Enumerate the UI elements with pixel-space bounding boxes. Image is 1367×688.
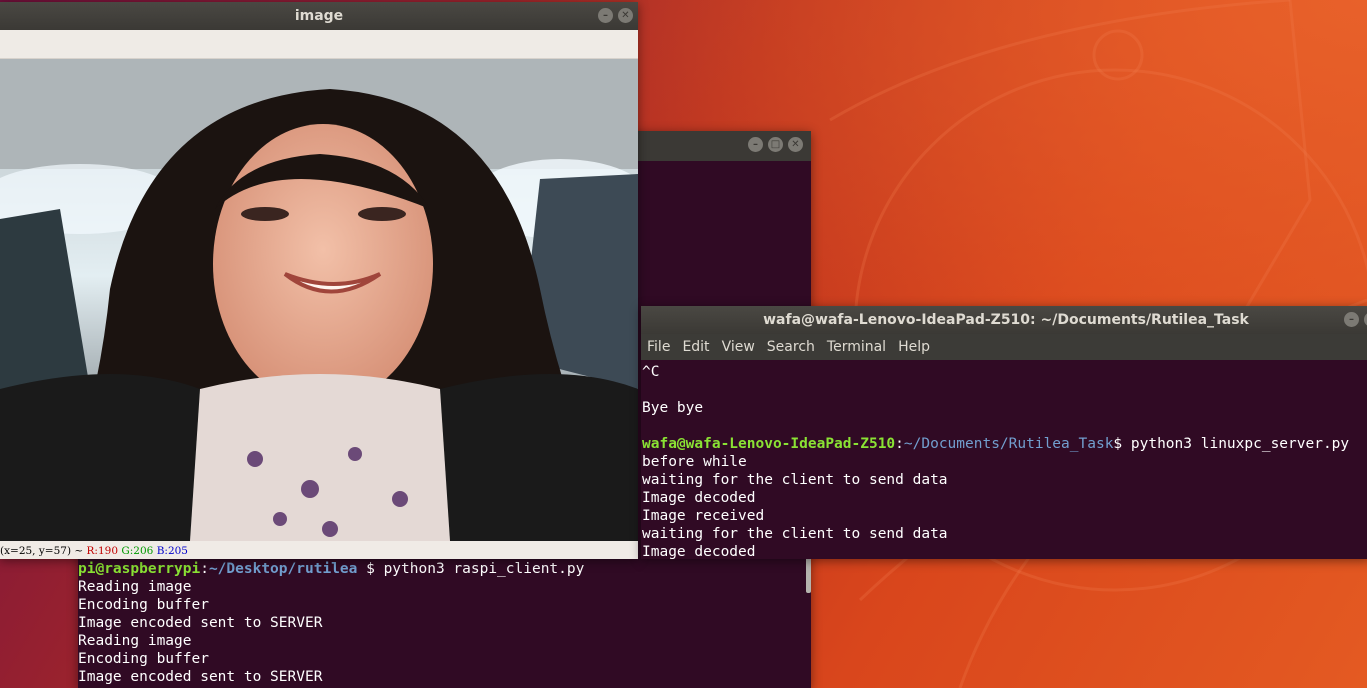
server-output-line: Image received: [642, 508, 765, 524]
pi-scrollbar[interactable]: [806, 556, 811, 593]
server-output-after: before while waiting for the client to se…: [642, 453, 1349, 559]
server-output-line: Bye bye: [642, 400, 704, 416]
status-b: B:205: [156, 545, 188, 557]
pi-output-line: Encoding buffer: [78, 651, 209, 667]
image-window[interactable]: image – ✕ (x=25, y=57) ~ R:190 G:206 B:2…: [0, 2, 638, 559]
menu-search[interactable]: Search: [761, 339, 821, 355]
pi-prompt-sep: :: [200, 561, 209, 577]
pi-output-line: Image encoded sent to SERVER: [78, 669, 323, 685]
server-terminal-titlebar[interactable]: wafa@wafa-Lenovo-IdeaPad-Z510: ~/Documen…: [641, 306, 1367, 334]
pi-prompt-path: ~/Desktop/rutilea: [208, 561, 358, 577]
pi-command: python3 raspi_client.py: [383, 561, 585, 577]
minimize-icon[interactable]: –: [748, 137, 763, 152]
close-icon[interactable]: ✕: [618, 8, 633, 23]
srv-prompt-user: wafa@wafa-Lenovo-IdeaPad-Z510: [642, 436, 896, 452]
menu-help[interactable]: Help: [892, 339, 936, 355]
pi-output-line: Reading image: [78, 633, 192, 649]
pi-prompt-user: pi@raspberrypi: [78, 561, 201, 577]
maximize-icon[interactable]: □: [768, 137, 783, 152]
server-output-line: waiting for the client to send data: [642, 526, 948, 542]
pi-prompt-end: $: [357, 561, 384, 577]
image-display[interactable]: [0, 59, 638, 541]
server-output-line: [642, 381, 1349, 399]
server-output-line: Image decoded: [642, 490, 756, 506]
pi-output-line: Encoding buffer: [78, 597, 209, 613]
status-r: R:190: [86, 545, 119, 557]
server-output-before: ^C Bye bye: [642, 363, 1349, 435]
pi-output-line: Image encoded sent to SERVER: [78, 615, 323, 631]
server-output-line: Image decoded: [642, 544, 756, 559]
server-output-line: before while: [642, 454, 747, 470]
pi-output-line: Reading image: [78, 579, 192, 595]
status-coords: (x=25, y=57) ~: [0, 545, 84, 557]
minimize-icon[interactable]: –: [1344, 312, 1359, 327]
server-terminal-menubar: File Edit View Search Terminal Help: [641, 334, 1367, 360]
server-output-line: [642, 417, 1349, 435]
minimize-icon[interactable]: –: [598, 8, 613, 23]
server-output-line: ^C: [642, 364, 660, 380]
menu-file[interactable]: File: [641, 339, 676, 355]
menu-view[interactable]: View: [716, 339, 761, 355]
pi-output-lines: Reading image Encoding buffer Image encode…: [78, 578, 584, 686]
server-output-line: waiting for the client to send data: [642, 472, 948, 488]
image-status-bar: (x=25, y=57) ~ R:190 G:206 B:205: [0, 543, 638, 559]
srv-prompt-end: $: [1113, 436, 1131, 452]
srv-command: python3 linuxpc_server.py: [1130, 436, 1350, 452]
srv-prompt-sep: :: [895, 436, 904, 452]
image-window-toolbar: [0, 30, 638, 59]
menu-terminal[interactable]: Terminal: [821, 339, 892, 355]
close-icon[interactable]: ✕: [788, 137, 803, 152]
srv-prompt-path: ~/Documents/Rutilea_Task: [903, 436, 1114, 452]
server-terminal-output[interactable]: ^C Bye bye wafa@wafa-Lenovo-IdeaPad-Z510…: [642, 363, 1349, 559]
menu-edit[interactable]: Edit: [676, 339, 715, 355]
image-window-title: image: [294, 8, 344, 24]
image-window-titlebar[interactable]: image – ✕: [0, 2, 638, 30]
pi-terminal-output[interactable]: pi@raspberrypi:~/Desktop/rutilea $ pytho…: [78, 560, 584, 686]
server-terminal-title: wafa@wafa-Lenovo-IdeaPad-Z510: ~/Documen…: [763, 312, 1249, 328]
photo: [0, 59, 638, 541]
server-terminal-window[interactable]: wafa@wafa-Lenovo-IdeaPad-Z510: ~/Documen…: [641, 306, 1367, 559]
status-g: G:206: [121, 545, 154, 557]
